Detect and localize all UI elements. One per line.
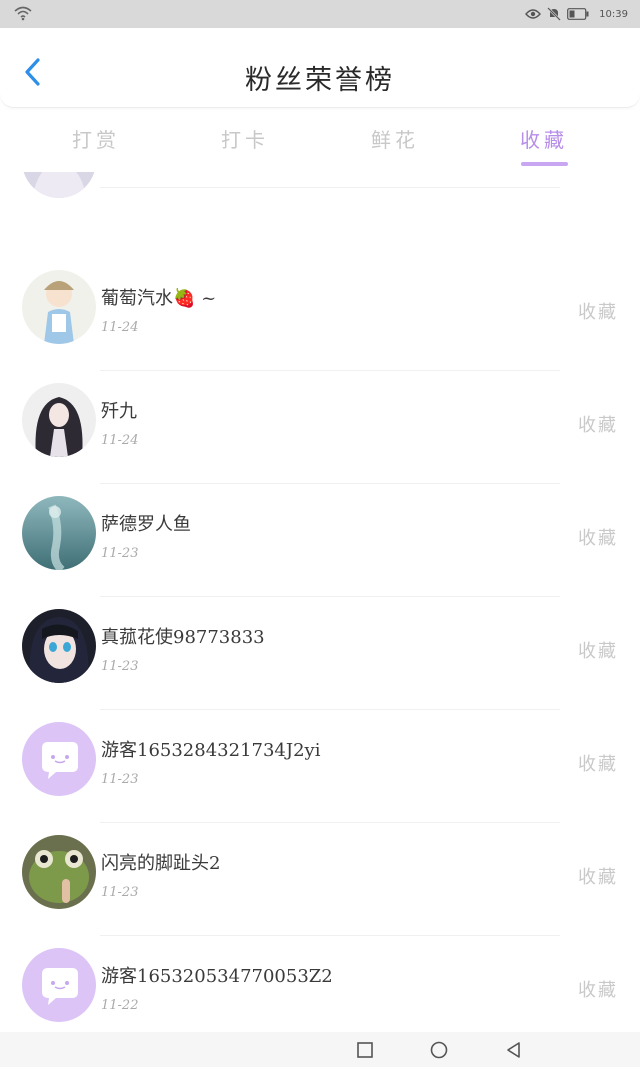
record-date: 11-24 — [101, 433, 139, 448]
active-tab-indicator — [521, 162, 568, 166]
system-nav-bar — [0, 1032, 640, 1067]
list-item[interactable]: 真菰花使98773833 11-23 收藏 — [0, 597, 640, 710]
battery-icon — [567, 8, 589, 20]
tab-reward[interactable]: 打赏 — [36, 124, 156, 153]
user-name: 游客1653284321734J2yi — [101, 740, 321, 761]
avatar — [22, 172, 96, 198]
page-title: 粉丝荣誉榜 — [245, 65, 395, 96]
tab-favorites[interactable]: 收藏 — [484, 124, 604, 153]
back-triangle-icon[interactable] — [504, 1040, 524, 1060]
tab-flowers[interactable]: 鲜花 — [335, 124, 455, 153]
avatar — [22, 383, 96, 457]
record-date: 11-23 — [101, 772, 139, 787]
list-item[interactable]: 11-24 收藏 — [0, 172, 640, 213]
guest-chat-avatar — [22, 948, 96, 1022]
status-time: 10:39 — [599, 8, 628, 20]
eye-icon — [525, 9, 542, 19]
favorite-label[interactable]: 收藏 — [578, 750, 618, 776]
user-name: 萨德罗人鱼 — [101, 514, 191, 535]
favorite-label[interactable]: 收藏 — [578, 637, 618, 663]
record-date: 11-23 — [101, 659, 139, 674]
favorite-label[interactable]: 收藏 — [578, 524, 618, 550]
favorite-label[interactable]: 收藏 — [578, 976, 618, 1002]
list-item[interactable]: 闪亮的脚趾头2 11-23 收藏 — [0, 823, 640, 936]
status-bar: 10:39 — [0, 0, 640, 28]
list-item[interactable]: 游客165320534770053Z2 11-22 收藏 — [0, 936, 640, 1032]
home-icon[interactable] — [429, 1040, 449, 1060]
list-item[interactable]: 歼九 11-24 收藏 — [0, 371, 640, 484]
record-date: 11-22 — [101, 998, 139, 1013]
fan-list: 11-24 收藏 葡萄汽水🍓 ~ 11-24 收藏 歼九 11-24 收藏 萨德… — [0, 172, 640, 1032]
list-item[interactable]: 葡萄汽水🍓 ~ 11-24 收藏 — [0, 258, 640, 371]
avatar — [22, 270, 96, 344]
list-item[interactable]: 萨德罗人鱼 11-23 收藏 — [0, 484, 640, 597]
avatar — [22, 609, 96, 683]
guest-chat-avatar — [22, 722, 96, 796]
user-name: 闪亮的脚趾头2 — [101, 853, 221, 874]
record-date: 11-23 — [101, 885, 139, 900]
user-name: 歼九 — [101, 401, 137, 422]
wifi-icon — [14, 6, 32, 21]
favorite-label[interactable]: 收藏 — [578, 863, 618, 889]
record-date: 11-23 — [101, 546, 139, 561]
record-date: 11-24 — [101, 320, 139, 335]
user-name: 葡萄汽水🍓 ~ — [101, 288, 217, 309]
tab-checkin[interactable]: 打卡 — [185, 124, 305, 153]
header-bar: 粉丝荣誉榜 — [0, 28, 640, 108]
user-name: 真菰花使98773833 — [101, 627, 265, 648]
favorite-label[interactable]: 收藏 — [578, 298, 618, 324]
user-name: 游客165320534770053Z2 — [101, 966, 333, 987]
row-divider — [100, 187, 560, 188]
recent-apps-icon[interactable] — [355, 1040, 375, 1060]
avatar — [22, 835, 96, 909]
bell-muted-icon — [547, 7, 562, 21]
avatar — [22, 496, 96, 570]
list-item[interactable]: 游客1653284321734J2yi 11-23 收藏 — [0, 710, 640, 823]
favorite-label[interactable]: 收藏 — [578, 411, 618, 437]
